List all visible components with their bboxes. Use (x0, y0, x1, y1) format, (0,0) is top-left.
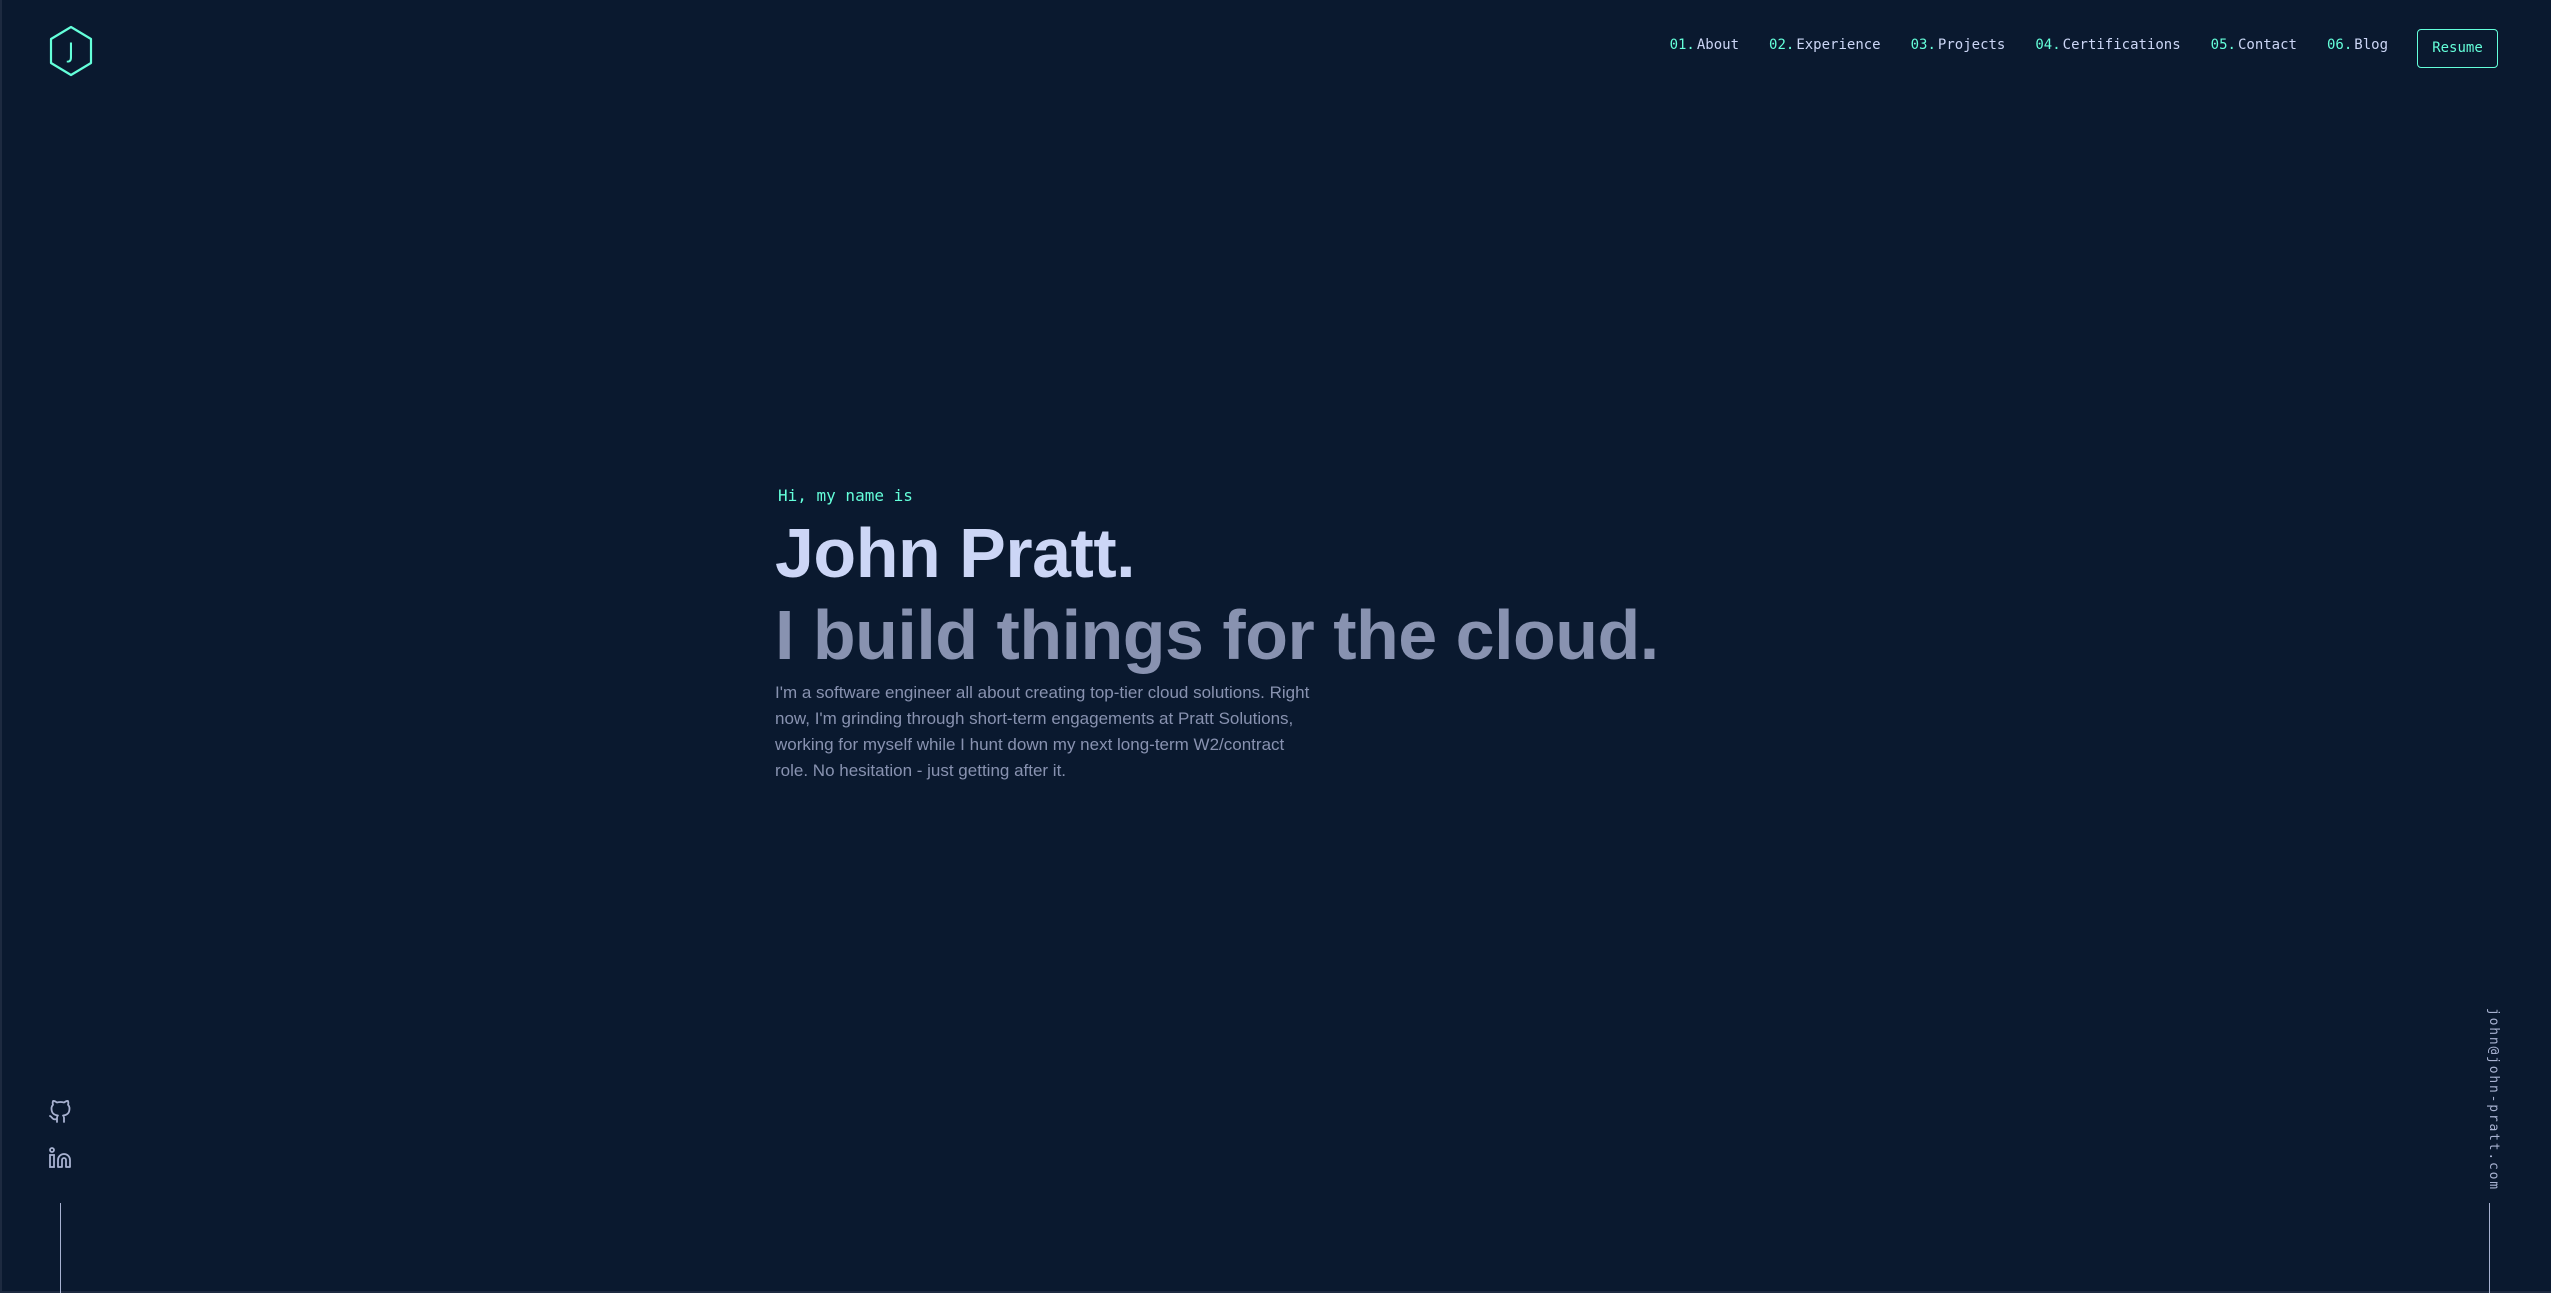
hero-name: John Pratt. (775, 514, 1136, 592)
nav-label: Projects (1937, 37, 2006, 53)
nav-label: Certifications (2062, 37, 2181, 53)
nav-link-projects[interactable]: 03. Projects (1911, 37, 2006, 53)
main-nav: 01. About 02. Experience 03. Projects 04. Ce… (1640, 37, 2388, 53)
right-vertical-line (2489, 1203, 2490, 1293)
github-icon (49, 1100, 71, 1123)
nav-number: 04. (2035, 37, 2061, 53)
hero-intro: Hi, my name is (778, 486, 913, 505)
nav-label: Blog (2354, 37, 2388, 53)
nav-number: 06. (2326, 37, 2353, 53)
nav-link-contact[interactable]: 05. Contact (2211, 37, 2297, 53)
logo-letter: J (67, 39, 75, 63)
nav-number: 03. (1910, 37, 1936, 53)
nav-label: About (1696, 37, 1740, 53)
hero-tagline: I build things for the cloud. (775, 596, 1659, 674)
nav-link-about[interactable]: 01. About (1670, 37, 1739, 53)
nav-link-blog[interactable]: 06. Blog (2327, 37, 2388, 53)
nav-label: Contact (2237, 37, 2297, 53)
social-links (48, 1100, 72, 1192)
nav-link-experience[interactable]: 02. Experience (1769, 37, 1881, 53)
logo[interactable]: J (48, 25, 94, 77)
nav-number: 05. (2210, 37, 2236, 53)
github-link[interactable] (48, 1100, 72, 1124)
resume-button[interactable]: Resume (2417, 29, 2498, 68)
hero-section: Hi, my name is John Pratt. I build thing… (775, 480, 1775, 784)
linkedin-link[interactable] (48, 1146, 72, 1170)
left-vertical-line (60, 1203, 61, 1293)
nav-number: 02. (1769, 37, 1795, 53)
nav-link-certifications[interactable]: 04. Certifications (2035, 37, 2180, 53)
email-link[interactable]: john@john-pratt.com (2486, 1008, 2501, 1191)
nav-number: 01. (1669, 37, 1695, 53)
hero-description: I'm a software engineer all about creati… (775, 683, 1310, 780)
nav-label: Experience (1796, 37, 1881, 53)
linkedin-icon (49, 1147, 71, 1168)
